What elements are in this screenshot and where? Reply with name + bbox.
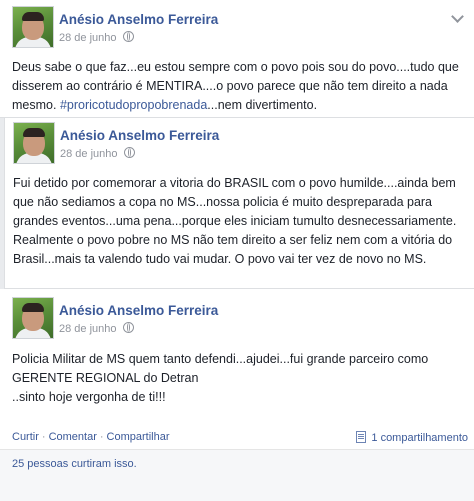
author-avatar[interactable] bbox=[13, 122, 55, 164]
share-count-icon bbox=[356, 431, 367, 443]
author-avatar[interactable] bbox=[12, 6, 54, 48]
post-text: Deus sabe o que faz...eu estou sempre co… bbox=[12, 60, 459, 112]
post-1: Anésio Anselmo Ferreira 28 de junho Deus… bbox=[0, 0, 474, 118]
post-2: Anésio Anselmo Ferreira 28 de junho Fui … bbox=[4, 118, 474, 289]
post-3: Anésio Anselmo Ferreira 28 de junho Poli… bbox=[0, 289, 474, 501]
globe-icon bbox=[123, 147, 135, 158]
globe-icon bbox=[122, 322, 134, 333]
post-date[interactable]: 28 de junho bbox=[59, 31, 134, 44]
comment-button[interactable]: Comentar bbox=[49, 431, 97, 443]
likes-summary-link[interactable]: 25 pessoas curtiram isso. bbox=[12, 458, 137, 470]
like-button[interactable]: Curtir bbox=[12, 431, 39, 443]
hashtag-link[interactable]: #proricotudopropobrenada bbox=[60, 98, 207, 112]
author-avatar[interactable] bbox=[12, 297, 54, 339]
author-name[interactable]: Anésio Anselmo Ferreira bbox=[60, 128, 219, 143]
share-button[interactable]: Compartilhar bbox=[107, 431, 170, 443]
post-text: Fui detido por comemorar a vitoria do BR… bbox=[13, 176, 457, 266]
chevron-down-icon[interactable] bbox=[451, 10, 464, 23]
post-date[interactable]: 28 de junho bbox=[60, 147, 135, 160]
likes-summary: 25 pessoas curtiram isso. bbox=[0, 449, 474, 501]
globe-icon bbox=[122, 31, 134, 42]
post-actions: Curtir · Comentar · Compartilhar bbox=[12, 431, 170, 443]
post-text: Policia Militar de MS quem tanto defendi… bbox=[12, 352, 429, 404]
post-date[interactable]: 28 de junho bbox=[59, 322, 134, 335]
author-name[interactable]: Anésio Anselmo Ferreira bbox=[59, 12, 218, 27]
author-name[interactable]: Anésio Anselmo Ferreira bbox=[59, 303, 218, 318]
share-count[interactable]: 1 compartilhamento bbox=[356, 431, 468, 444]
